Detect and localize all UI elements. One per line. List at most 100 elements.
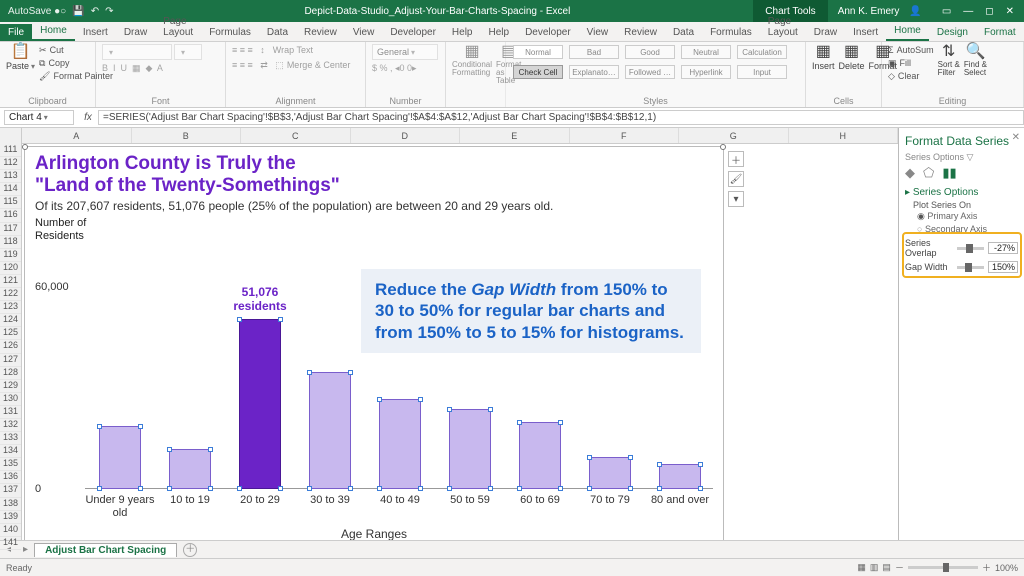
row-header[interactable]: 124 [0,314,21,327]
row-header[interactable]: 114 [0,183,21,196]
tab-design[interactable]: Design [929,24,976,41]
find-select-button[interactable]: 🔍Find &Select [964,44,987,77]
row-header[interactable]: 133 [0,432,21,445]
name-box[interactable]: Chart 4 [4,110,74,125]
tab-page-layout[interactable]: Page Layout [760,13,806,41]
tab-insert[interactable]: Insert [75,24,116,41]
series-overlap-value[interactable]: -27% [988,242,1018,254]
tab-developer[interactable]: Developer [517,24,579,41]
cell-style-explanato-[interactable]: Explanato… [569,65,619,79]
minimize-icon[interactable]: — [963,6,973,17]
embedded-chart[interactable]: Arlington County is Truly the "Land of t… [24,146,724,540]
col-header[interactable]: B [132,128,242,143]
row-header[interactable]: 113 [0,170,21,183]
bar-3[interactable]: 30 to 39 [309,372,351,489]
row-header[interactable]: 129 [0,380,21,393]
worksheet-grid[interactable]: Arlington County is Truly the "Land of t… [22,144,898,540]
row-header[interactable]: 123 [0,301,21,314]
tab-data[interactable]: Data [665,24,702,41]
gap-width-value[interactable]: 150% [988,261,1018,273]
chart-resize-handle[interactable] [22,144,28,150]
col-header[interactable]: D [351,128,461,143]
view-pagelayout-icon[interactable]: ▥ [870,562,879,573]
row-header[interactable]: 118 [0,236,21,249]
tab-home[interactable]: Home [886,22,929,41]
merge-center-button[interactable]: ≡ ≡ ≡ ⇄ ⬚ Merge & Center [232,59,350,72]
row-header[interactable]: 126 [0,340,21,353]
zoom-in-button[interactable]: ＋ [982,561,991,574]
row-header[interactable]: 117 [0,223,21,236]
row-header[interactable]: 141 [0,537,21,550]
tab-draw[interactable]: Draw [116,24,155,41]
cell-style-normal[interactable]: Normal [513,45,563,59]
autosave-toggle[interactable]: AutoSave ●○ [8,6,66,17]
font-style-row[interactable]: B I U ▦ ◆ A [102,62,163,75]
delete-cells-button[interactable]: ▦Delete [839,44,865,71]
cell-style-hyperlink[interactable]: Hyperlink [681,65,731,79]
number-buttons[interactable]: $ % , ◂0 0▸ [372,62,417,75]
font-family-select[interactable] [102,44,172,60]
col-header[interactable]: F [570,128,680,143]
redo-icon[interactable]: ↷ [105,6,113,17]
ribbon-options-icon[interactable]: ▭ [942,6,951,17]
zoom-slider[interactable] [908,566,978,569]
row-header[interactable]: 128 [0,367,21,380]
bar-8[interactable]: 80 and over [659,464,701,489]
clear-button[interactable]: ◇ Clear [888,70,934,83]
bar-7[interactable]: 70 to 79 [589,457,631,489]
add-sheet-button[interactable]: ＋ [183,543,197,557]
row-header[interactable]: 132 [0,419,21,432]
tab-developer[interactable]: Developer [382,24,444,41]
row-header[interactable]: 125 [0,327,21,340]
save-icon[interactable]: 💾 [72,6,84,17]
row-header[interactable]: 119 [0,249,21,262]
row-header[interactable]: 134 [0,445,21,458]
row-header[interactable]: 115 [0,196,21,209]
formula-input[interactable]: =SERIES('Adjust Bar Chart Spacing'!$B$3,… [98,110,1024,125]
col-header[interactable]: H [789,128,899,143]
view-normal-icon[interactable]: ▦ [857,562,866,573]
bar-5[interactable]: 50 to 59 [449,409,491,489]
cell-style-good[interactable]: Good [625,45,675,59]
col-header[interactable]: A [22,128,132,143]
fill-line-tab-icon[interactable]: ◆ [905,165,915,181]
row-header[interactable]: 130 [0,393,21,406]
effects-tab-icon[interactable]: ⬠ [923,165,934,181]
font-size-select[interactable] [174,44,202,60]
row-header[interactable]: 127 [0,354,21,367]
series-options-tab-icon[interactable]: ▮▮ [942,165,956,181]
tab-formulas[interactable]: Formulas [702,24,760,41]
cell-style-neutral[interactable]: Neutral [681,45,731,59]
row-header[interactable]: 138 [0,498,21,511]
bar-2[interactable]: 20 to 29 [239,319,281,489]
close-icon[interactable]: ✕ [1006,6,1014,17]
zoom-level[interactable]: 100% [995,563,1018,573]
maximize-icon[interactable]: ◻ [985,6,993,17]
tab-review[interactable]: Review [616,24,665,41]
col-header[interactable]: E [460,128,570,143]
undo-icon[interactable]: ↶ [91,6,99,17]
row-header[interactable]: 122 [0,288,21,301]
primary-axis-radio[interactable]: Primary Axis [905,210,1018,223]
tab-formulas[interactable]: Formulas [201,24,259,41]
tab-view[interactable]: View [345,24,383,41]
chart-title-line2[interactable]: "Land of the Twenty-Somethings" [25,175,723,197]
tab-help[interactable]: Help [444,24,481,41]
tab-format[interactable]: Format [976,24,1024,41]
series-options-section[interactable]: ▸ Series Options [905,187,1018,198]
bar-4[interactable]: 40 to 49 [379,399,421,489]
tab-data[interactable]: Data [259,24,296,41]
tab-file[interactable]: File [0,24,32,41]
row-header[interactable]: 135 [0,458,21,471]
chart-subtitle[interactable]: Of its 207,607 residents, 51,076 people … [25,197,723,217]
row-header[interactable]: 112 [0,157,21,170]
row-header[interactable]: 139 [0,511,21,524]
view-pagebreak-icon[interactable]: ▤ [882,562,891,573]
autosum-button[interactable]: Σ AutoSum [888,44,934,57]
row-header[interactable]: 137 [0,484,21,497]
tab-home[interactable]: Home [32,22,75,41]
column-headers[interactable]: ABCDEFGH [22,128,898,144]
gap-width-row[interactable]: Gap Width 150% [905,261,1018,273]
row-header[interactable]: 120 [0,262,21,275]
row-header[interactable]: 140 [0,524,21,537]
